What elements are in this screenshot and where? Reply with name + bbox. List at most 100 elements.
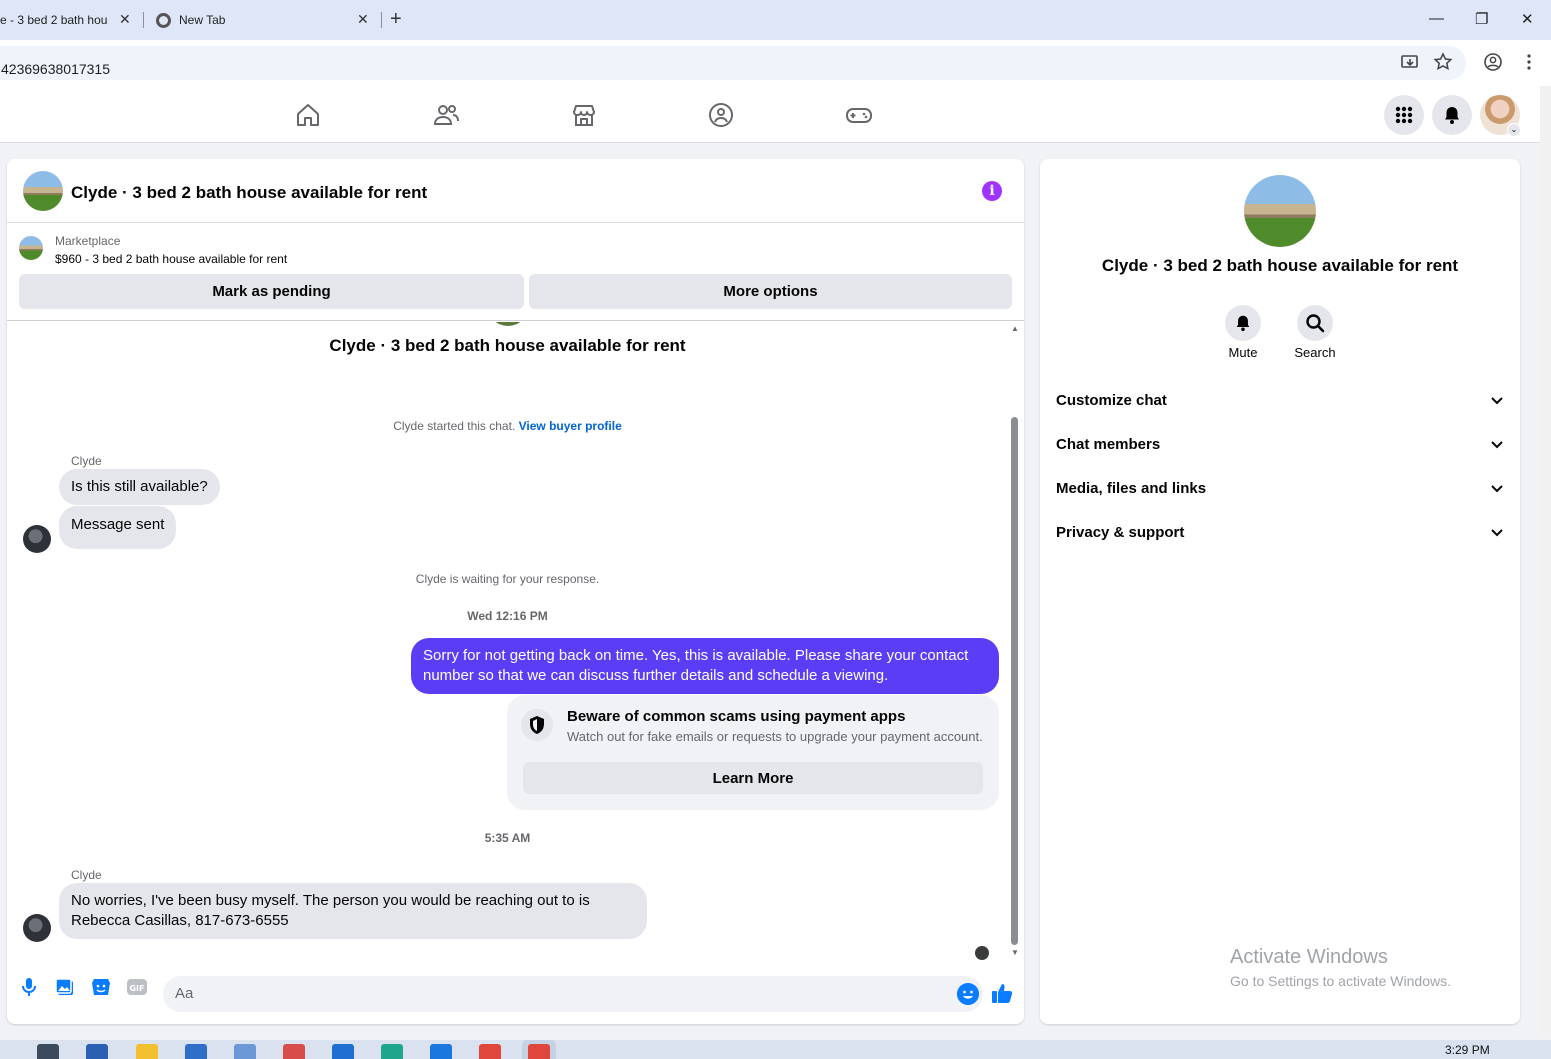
- sticker-icon[interactable]: [90, 976, 112, 998]
- conversation-info-panel: Clyde · 3 bed 2 bath house available for…: [1040, 159, 1520, 1024]
- emoji-icon[interactable]: [957, 983, 979, 1005]
- restore-icon[interactable]: ❐: [1475, 10, 1488, 28]
- page-scrollbar[interactable]: [1540, 86, 1551, 1039]
- home-icon[interactable]: [294, 101, 322, 129]
- mark-as-pending-button[interactable]: Mark as pending: [19, 274, 524, 309]
- sender-name: Clyde: [71, 454, 102, 468]
- menu-grid-button[interactable]: [1384, 95, 1424, 135]
- facebook-icon[interactable]: [430, 1044, 452, 1059]
- notifications-button[interactable]: [1432, 95, 1472, 135]
- message-list: Clyde · 3 bed 2 bath house available for…: [7, 322, 1024, 962]
- section-media-files-links[interactable]: Media, files and links: [1040, 467, 1520, 511]
- svg-text:GIF: GIF: [129, 984, 144, 993]
- gif-icon[interactable]: GIF: [126, 976, 148, 998]
- app-icon[interactable]: [283, 1044, 305, 1059]
- app-icon[interactable]: [86, 1044, 108, 1059]
- scam-warning-description: Watch out for fake emails or requests to…: [567, 729, 983, 744]
- scroll-up-arrow-icon[interactable]: ▲: [1011, 324, 1019, 333]
- minimize-icon[interactable]: —: [1429, 10, 1444, 27]
- sender-avatar[interactable]: [23, 914, 51, 942]
- message-input[interactable]: Aa: [163, 976, 983, 1012]
- kebab-menu-icon[interactable]: [1519, 52, 1539, 72]
- search-button[interactable]: [1297, 305, 1333, 341]
- message-input-placeholder: Aa: [175, 985, 194, 1002]
- listing-avatar[interactable]: [23, 171, 63, 211]
- scroll-down-arrow-icon[interactable]: ▼: [1011, 948, 1019, 957]
- friends-icon[interactable]: [432, 101, 460, 129]
- bookmark-star-icon[interactable]: [1433, 52, 1453, 72]
- info-title: Clyde · 3 bed 2 bath house available for…: [1101, 256, 1459, 275]
- task-view-icon[interactable]: [37, 1044, 59, 1059]
- chat-started-text: Clyde started this chat.: [393, 419, 516, 433]
- section-privacy-support[interactable]: Privacy & support: [1040, 511, 1520, 555]
- browser-tab-active[interactable]: e - 3 bed 2 bath hou ✕: [0, 0, 140, 40]
- chat-title[interactable]: Clyde · 3 bed 2 bath house available for…: [71, 183, 427, 203]
- message-scrollbar[interactable]: ▲ ▼: [1008, 322, 1022, 962]
- gaming-icon[interactable]: [845, 101, 873, 129]
- watermark-subtitle: Go to Settings to activate Windows.: [1230, 973, 1451, 989]
- chevron-down-icon: [1491, 441, 1503, 449]
- bell-icon: [1445, 107, 1459, 124]
- close-tab-icon[interactable]: ✕: [119, 11, 131, 28]
- profile-icon[interactable]: [1483, 52, 1503, 72]
- message-composer: GIF Aa: [7, 964, 1024, 1024]
- chevron-down-icon[interactable]: ⌄: [1507, 123, 1521, 137]
- new-tab-plus-icon[interactable]: +: [390, 8, 402, 31]
- bell-icon: [1236, 315, 1250, 332]
- tab-label: e - 3 bed 2 bath hou: [0, 13, 108, 27]
- search-icon: [1306, 314, 1325, 333]
- section-customize-chat[interactable]: Customize chat: [1040, 379, 1520, 423]
- outgoing-message[interactable]: Sorry for not getting back on time. Yes,…: [411, 638, 999, 694]
- listing-source: Marketplace: [55, 234, 121, 248]
- close-tab-icon[interactable]: ✕: [357, 11, 369, 28]
- house-photo: [19, 236, 43, 260]
- listing-thumbnail[interactable]: [19, 236, 43, 260]
- mail-icon[interactable]: [332, 1044, 354, 1059]
- chat-header: Clyde · 3 bed 2 bath house available for…: [7, 159, 1024, 223]
- sender-avatar[interactable]: [23, 525, 51, 553]
- url-omnibox[interactable]: 42369638017315: [0, 46, 1466, 80]
- house-photo: [23, 171, 63, 211]
- mute-label: Mute: [1228, 345, 1258, 360]
- chevron-down-icon: [1491, 529, 1503, 537]
- chrome-icon: [156, 13, 171, 28]
- browser-tab-new[interactable]: New Tab ✕: [145, 0, 380, 40]
- browser-tab-bar: e - 3 bed 2 bath hou ✕ New Tab ✕ + — ❐ ✕: [0, 0, 1551, 40]
- chevron-down-icon: [1491, 485, 1503, 493]
- more-options-button[interactable]: More options: [529, 274, 1012, 309]
- listing-title[interactable]: $960 - 3 bed 2 bath house available for …: [55, 252, 287, 266]
- chat-panel: Clyde · 3 bed 2 bath house available for…: [7, 159, 1024, 1024]
- install-app-icon[interactable]: [1400, 52, 1420, 72]
- app-icon[interactable]: [234, 1044, 256, 1059]
- groups-icon[interactable]: [707, 101, 735, 129]
- listing-avatar-large[interactable]: [1244, 175, 1316, 247]
- mute-button[interactable]: [1225, 305, 1261, 341]
- photo-icon[interactable]: [54, 976, 76, 998]
- incoming-message[interactable]: Message sent: [59, 506, 177, 549]
- system-clock[interactable]: 3:29 PM: [1445, 1043, 1490, 1057]
- section-chat-members[interactable]: Chat members: [1040, 423, 1520, 467]
- shield-icon: [521, 709, 553, 741]
- scroll-thumb[interactable]: [1011, 417, 1018, 945]
- grid-icon: [1395, 106, 1413, 124]
- activate-windows-watermark: Activate Windows Go to Settings to activ…: [1230, 946, 1451, 989]
- learn-more-button[interactable]: Learn More: [523, 762, 983, 794]
- edge-icon[interactable]: [381, 1044, 403, 1059]
- chevron-down-icon: [1491, 397, 1503, 405]
- store-icon[interactable]: [185, 1044, 207, 1059]
- house-photo: [1244, 175, 1316, 247]
- chat-started-line: Clyde started this chat. View buyer prof…: [7, 419, 1008, 433]
- address-bar-row: 42369638017315: [0, 40, 1551, 86]
- marketplace-icon[interactable]: [570, 101, 598, 129]
- incoming-message[interactable]: No worries, I've been busy myself. The p…: [59, 883, 647, 939]
- close-window-icon[interactable]: ✕: [1521, 10, 1534, 28]
- thumbs-up-icon[interactable]: [991, 982, 1013, 1004]
- file-explorer-icon[interactable]: [136, 1044, 158, 1059]
- info-icon[interactable]: i: [982, 181, 1002, 201]
- tab-separator: [381, 12, 382, 28]
- view-buyer-profile-link[interactable]: View buyer profile: [519, 419, 622, 433]
- microphone-icon[interactable]: [18, 976, 40, 998]
- incoming-message[interactable]: Is this still available?: [59, 469, 220, 505]
- chrome-icon[interactable]: [528, 1044, 550, 1059]
- chrome-icon[interactable]: [479, 1044, 501, 1059]
